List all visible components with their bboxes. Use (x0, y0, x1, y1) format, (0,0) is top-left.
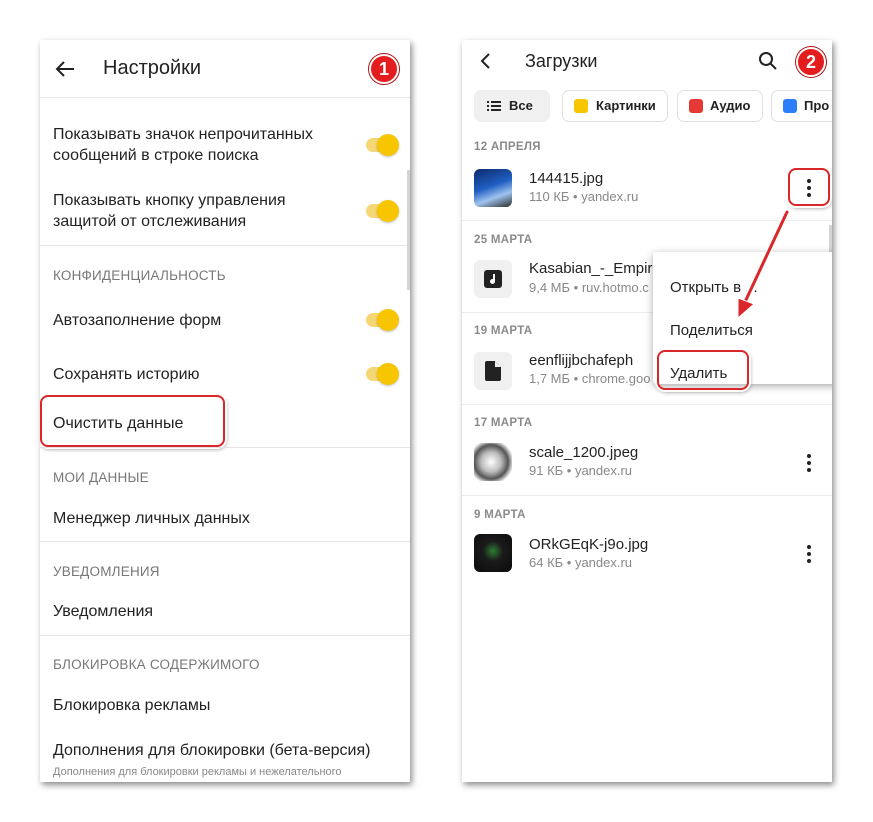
privacy-section-title: КОНФИДЕНЦИАЛЬНОСТЬ (53, 268, 226, 283)
divider (40, 635, 410, 636)
ad-block-item[interactable]: Блокировка рекламы (53, 695, 210, 716)
settings-header: Настройки 1 (40, 40, 410, 98)
divider (40, 447, 410, 448)
clear-data-button[interactable]: Очистить данные (53, 413, 183, 434)
block-addons-subtitle: Дополнения для блокировки рекламы и неже… (53, 766, 342, 778)
unread-icon-setting[interactable]: Показывать значок непрочитанных сообщени… (53, 124, 353, 166)
scrollbar[interactable] (407, 170, 410, 290)
unread-icon-toggle[interactable] (366, 134, 399, 156)
notifications-section-title: УВЕДОМЛЕНИЯ (53, 564, 160, 579)
tracking-button-toggle[interactable] (366, 200, 399, 222)
divider (40, 541, 410, 542)
downloads-screen: Загрузки 2 Все Картинки Аудио Про 12 АПР… (462, 40, 832, 782)
notifications-item[interactable]: Уведомления (53, 601, 153, 622)
divider (40, 245, 410, 246)
autofill-toggle[interactable] (366, 309, 399, 331)
autofill-setting[interactable]: Автозаполнение форм (53, 310, 221, 331)
page-title: Настройки (103, 57, 202, 79)
block-addons-item[interactable]: Дополнения для блокировки (бета-версия) (53, 740, 370, 761)
pointer-arrow (737, 209, 790, 320)
back-arrow-icon[interactable] (54, 58, 76, 80)
settings-screen: Настройки 1 Показывать значок непрочитан… (40, 40, 410, 782)
content-block-section-title: БЛОКИРОВКА СОДЕРЖИМОГО (53, 657, 260, 672)
save-history-toggle[interactable] (366, 363, 399, 385)
tracking-button-setting[interactable]: Показывать кнопку управления защитой от … (53, 190, 353, 232)
my-data-section-title: МОИ ДАННЫЕ (53, 470, 149, 485)
step-badge-1: 1 (369, 54, 399, 84)
save-history-setting[interactable]: Сохранять историю (53, 364, 200, 385)
personal-data-manager-item[interactable]: Менеджер личных данных (53, 508, 250, 529)
